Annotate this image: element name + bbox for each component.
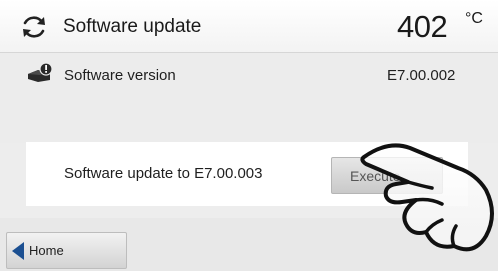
page-title: Software update — [63, 16, 202, 37]
temperature-unit: °C — [465, 10, 483, 27]
temperature-value: 402 — [397, 9, 448, 44]
device-icon — [28, 62, 53, 82]
pointing-hand-icon — [360, 143, 494, 252]
refresh-icon — [23, 16, 45, 38]
screen: Software update 402 °C Software version … — [0, 0, 498, 271]
arrow-left-icon — [12, 242, 24, 260]
software-version-label: Software version — [64, 67, 176, 84]
home-button[interactable]: Home — [6, 232, 127, 269]
home-label: Home — [29, 243, 64, 258]
update-label: Software update to E7.00.003 — [64, 165, 263, 182]
software-version-value: E7.00.002 — [387, 67, 456, 84]
header-bar: Software update 402 °C — [0, 0, 498, 53]
